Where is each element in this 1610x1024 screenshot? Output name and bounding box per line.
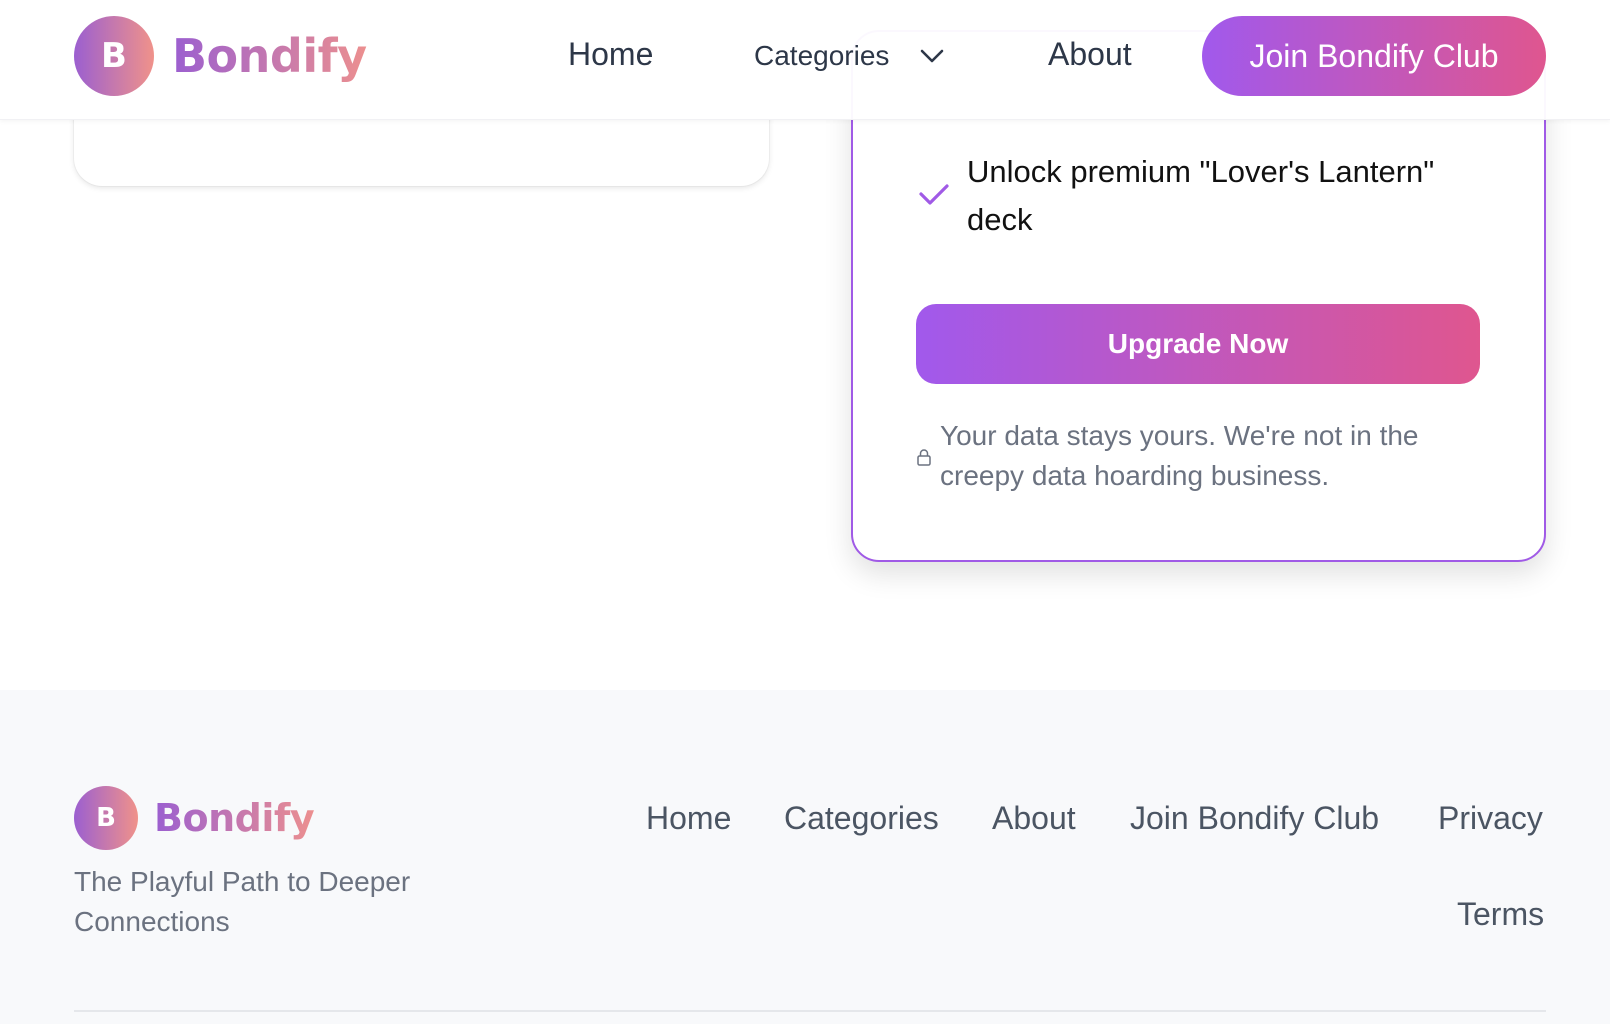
plan-feature-item: Unlock premium "Lover's Lantern" deck [915, 148, 1475, 244]
plan-feature-text: Unlock premium "Lover's Lantern" deck [967, 154, 1435, 237]
logo-wordmark: Bondify [172, 29, 367, 83]
footer-logo-wordmark: Bondify [154, 796, 315, 840]
footer-tagline: The Playful Path to Deeper Connections [74, 866, 411, 937]
privacy-note: Your data stays yours. We're not in the … [916, 416, 1476, 496]
header-logo[interactable]: B Bondify [74, 16, 367, 96]
nav-categories[interactable]: Categories [754, 40, 945, 72]
chevron-down-icon [921, 49, 944, 63]
site-header: B Bondify Home Categories About Join Bon… [0, 0, 1610, 120]
footer-logo-badge: B [74, 786, 138, 850]
nav-about[interactable]: About [1048, 36, 1132, 73]
footer-logo[interactable]: B Bondify [74, 786, 315, 850]
footer-link-join[interactable]: Join Bondify Club [1130, 800, 1379, 837]
footer-link-home[interactable]: Home [646, 800, 731, 837]
upgrade-now-button[interactable]: Upgrade Now [916, 304, 1480, 384]
footer-link-terms[interactable]: Terms [1457, 896, 1544, 933]
nav-home[interactable]: Home [568, 36, 653, 73]
lock-icon [917, 449, 931, 466]
logo-badge: B [74, 16, 154, 96]
footer-divider [74, 1010, 1546, 1012]
footer-link-categories[interactable]: Categories [784, 800, 939, 837]
join-club-button[interactable]: Join Bondify Club [1202, 16, 1546, 96]
check-icon [919, 184, 949, 205]
site-footer: B Bondify The Playful Path to Deeper Con… [0, 690, 1610, 1024]
nav-categories-label: Categories [754, 40, 890, 71]
footer-link-about[interactable]: About [992, 800, 1076, 837]
privacy-note-text: Your data stays yours. We're not in the … [940, 420, 1419, 491]
footer-link-privacy[interactable]: Privacy [1438, 800, 1543, 837]
